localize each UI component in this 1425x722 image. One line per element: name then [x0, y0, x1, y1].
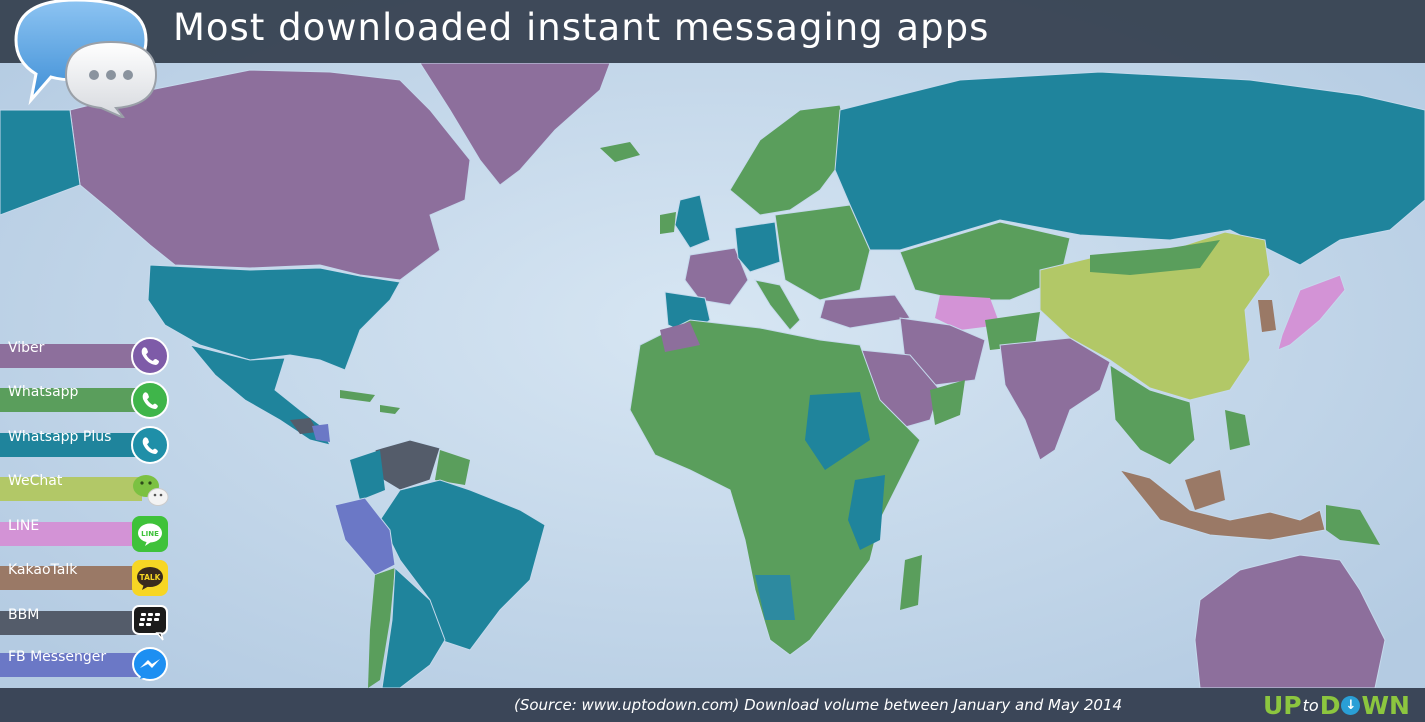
- svg-text:LINE: LINE: [141, 530, 159, 538]
- legend-item-whatsapp-plus: Whatsapp Plus: [0, 425, 180, 465]
- legend-item-viber: Viber: [0, 336, 180, 376]
- legend-item-kakaotalk: KakaoTalk TALK: [0, 558, 180, 598]
- brand-wn: WN: [1361, 690, 1410, 720]
- wechat-icon: [133, 475, 169, 506]
- svg-text:TALK: TALK: [140, 573, 162, 582]
- viber-icon: [131, 337, 169, 375]
- legend-label: KakaoTalk: [8, 562, 78, 578]
- download-arrow-icon: ↓: [1341, 695, 1361, 715]
- chat-bubble-icon: [14, 0, 158, 118]
- source-note: (Source: www.uptodown.com) Download volu…: [514, 696, 1122, 714]
- brand-d: D: [1319, 690, 1341, 720]
- legend-item-line: LINE LINE: [0, 514, 180, 554]
- legend-item-fb-messenger: FB Messenger: [0, 645, 180, 685]
- whatsapp-icon: [131, 381, 169, 419]
- bbm-icon: [132, 605, 168, 641]
- legend-label: FB Messenger: [8, 649, 107, 665]
- legend-label: LINE: [8, 518, 40, 534]
- fb-messenger-icon: [132, 647, 168, 681]
- uptodown-logo: UP to D ↓ WN: [1263, 690, 1410, 720]
- page-title: Most downloaded instant messaging apps: [173, 6, 990, 49]
- region-ireland: [660, 212, 676, 234]
- legend-label: Whatsapp Plus: [8, 429, 112, 445]
- world-map: [0, 0, 1425, 722]
- whatsapp-plus-icon: [131, 426, 169, 464]
- kakaotalk-icon: TALK: [132, 560, 168, 596]
- line-icon: LINE: [132, 516, 168, 552]
- legend-label: BBM: [8, 607, 40, 623]
- header-bar: Most downloaded instant messaging apps: [0, 0, 1425, 63]
- brand-up: UP: [1263, 690, 1302, 720]
- legend-item-wechat: WeChat: [0, 469, 180, 509]
- legend-item-bbm: BBM: [0, 603, 180, 643]
- footer-bar: (Source: www.uptodown.com) Download volu…: [0, 688, 1425, 722]
- legend-item-whatsapp: Whatsapp: [0, 380, 180, 420]
- legend-label: WeChat: [8, 473, 63, 489]
- legend-label: Whatsapp: [8, 384, 79, 400]
- brand-to: to: [1302, 695, 1319, 715]
- region-russia: [834, 71, 1425, 266]
- legend-label: Viber: [8, 340, 45, 356]
